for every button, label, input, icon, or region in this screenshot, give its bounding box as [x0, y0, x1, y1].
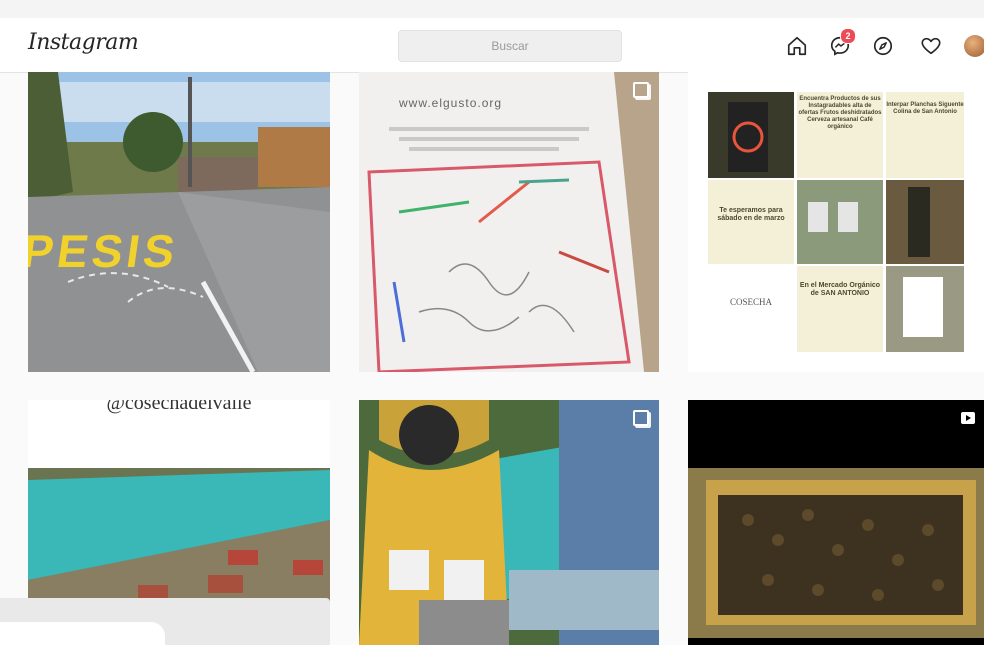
- post-cosecha-collage[interactable]: Encuentra Productos de sus Instagradable…: [688, 72, 984, 372]
- messenger-icon[interactable]: 2: [828, 28, 856, 58]
- browser-top-strip: [0, 0, 984, 18]
- post-honeycomb-reel[interactable]: [688, 400, 984, 645]
- bottom-overlay-pill[interactable]: [0, 622, 165, 645]
- street-photo: PESIS: [28, 72, 330, 372]
- post-street-pesis[interactable]: PESIS: [28, 72, 330, 372]
- post-beekeeper[interactable]: [359, 400, 659, 645]
- svg-text:www.elgusto.org: www.elgusto.org: [398, 96, 502, 110]
- home-icon[interactable]: [785, 34, 809, 58]
- collage-text-location: Interpar Planchas Siguente Colina de San…: [886, 102, 964, 115]
- multi-photo-icon: [633, 82, 649, 98]
- multi-photo-icon: [633, 410, 649, 426]
- svg-text:PESIS: PESIS: [28, 225, 182, 277]
- reel-icon: [960, 410, 976, 431]
- collage-text-date: Te esperamos para sábado en de marzo: [717, 207, 785, 222]
- beekeeper-photo: [359, 400, 659, 645]
- explore-compass-icon[interactable]: [871, 34, 895, 58]
- collage-text-products: Encuentra Productos de sus Instagradable…: [798, 96, 882, 130]
- collage-text-market: En el Mercado Orgánico de SAN ANTONIO: [799, 282, 881, 297]
- search-input[interactable]: Buscar: [398, 30, 622, 62]
- activity-heart-icon[interactable]: [919, 34, 943, 58]
- poster-photo: www.elgusto.org: [359, 72, 659, 372]
- top-navigation-bar: Instagram Buscar 2: [0, 18, 984, 73]
- collage-text-brand: COSECHA: [729, 297, 772, 307]
- honeycomb-photo: [688, 468, 984, 638]
- instagram-logo[interactable]: Instagram: [28, 30, 139, 55]
- post-poster-board[interactable]: www.elgusto.org: [359, 72, 659, 372]
- notification-badge: 2: [840, 28, 856, 44]
- profile-avatar[interactable]: [963, 34, 984, 58]
